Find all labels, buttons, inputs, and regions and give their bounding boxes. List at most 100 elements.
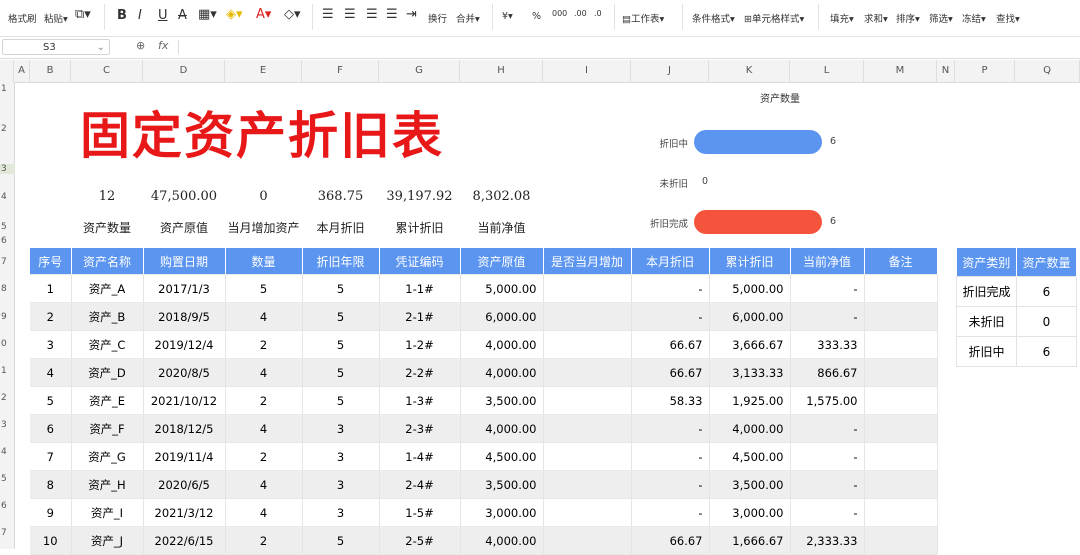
- table-cell[interactable]: -: [790, 498, 865, 527]
- table-cell[interactable]: 2,333.33: [790, 526, 865, 555]
- table-cell[interactable]: 2-3#: [379, 414, 461, 443]
- table-cell[interactable]: 资产_J: [71, 526, 144, 555]
- font-color-icon[interactable]: A▾: [256, 7, 271, 22]
- side-header-cell[interactable]: 资产类别: [956, 248, 1017, 277]
- table-cell[interactable]: [864, 358, 938, 387]
- table-cell[interactable]: [864, 414, 938, 443]
- table-cell[interactable]: 2-1#: [379, 302, 461, 331]
- table-cell[interactable]: 1,925.00: [709, 386, 791, 415]
- table-cell[interactable]: 资产_C: [71, 330, 144, 359]
- table-cell[interactable]: 2019/12/4: [143, 330, 226, 359]
- table-cell[interactable]: 3,000.00: [460, 498, 544, 527]
- italic-button[interactable]: I: [138, 8, 142, 23]
- table-cell[interactable]: 资产_F: [71, 414, 144, 443]
- table-cell[interactable]: 3: [302, 442, 380, 471]
- row-header[interactable]: 7: [0, 257, 15, 267]
- column-header-g[interactable]: G: [379, 60, 460, 82]
- row-header[interactable]: 2: [0, 393, 15, 403]
- table-cell[interactable]: -: [631, 470, 710, 499]
- table-cell[interactable]: 1,575.00: [790, 386, 865, 415]
- side-table-cell[interactable]: 未折旧: [956, 306, 1017, 337]
- column-header-cell[interactable]: 数量: [225, 248, 303, 275]
- table-cell[interactable]: 1-1#: [379, 274, 461, 303]
- table-cell[interactable]: 4: [225, 470, 303, 499]
- table-cell[interactable]: [543, 330, 632, 359]
- column-header-cell[interactable]: 序号: [30, 248, 72, 275]
- row-header[interactable]: 3: [0, 420, 15, 430]
- table-cell[interactable]: 10: [30, 526, 72, 555]
- paste-button[interactable]: 粘贴▾: [44, 11, 68, 25]
- table-cell[interactable]: 58.33: [631, 386, 710, 415]
- table-cell[interactable]: -: [790, 414, 865, 443]
- side-table-cell[interactable]: 6: [1016, 276, 1077, 307]
- function-icon[interactable]: fx: [158, 39, 168, 52]
- table-cell[interactable]: -: [631, 498, 710, 527]
- table-cell[interactable]: 4,000.00: [709, 414, 791, 443]
- column-header-m[interactable]: M: [864, 60, 937, 82]
- column-header-cell[interactable]: 是否当月增加: [543, 248, 632, 275]
- find-button[interactable]: 查找▾: [996, 11, 1020, 25]
- row-header[interactable]: 7: [0, 528, 15, 538]
- table-cell[interactable]: [543, 498, 632, 527]
- percent-button[interactable]: %: [532, 11, 541, 22]
- table-cell[interactable]: [543, 442, 632, 471]
- table-cell[interactable]: [864, 470, 938, 499]
- table-cell[interactable]: 4,500.00: [709, 442, 791, 471]
- table-cell[interactable]: 333.33: [790, 330, 865, 359]
- table-cell[interactable]: [543, 302, 632, 331]
- table-cell[interactable]: 1-3#: [379, 386, 461, 415]
- table-cell[interactable]: 4: [225, 414, 303, 443]
- table-cell[interactable]: 66.67: [631, 526, 710, 555]
- table-cell[interactable]: -: [631, 302, 710, 331]
- column-header-cell[interactable]: 购置日期: [143, 248, 226, 275]
- column-header-d[interactable]: D: [143, 60, 225, 82]
- table-cell[interactable]: 6,000.00: [460, 302, 544, 331]
- column-header-h[interactable]: H: [460, 60, 543, 82]
- fill-color-icon[interactable]: ◈▾: [226, 7, 243, 22]
- filter-button[interactable]: 筛选▾: [929, 11, 953, 25]
- table-cell[interactable]: 6,000.00: [709, 302, 791, 331]
- table-cell[interactable]: -: [790, 302, 865, 331]
- table-cell[interactable]: -: [790, 470, 865, 499]
- column-header-cell[interactable]: 凭证编码: [379, 248, 461, 275]
- worksheet-button[interactable]: ▤工作表▾: [622, 11, 664, 25]
- table-cell[interactable]: 资产_E: [71, 386, 144, 415]
- table-cell[interactable]: -: [790, 442, 865, 471]
- underline-button[interactable]: U: [158, 8, 168, 23]
- column-header-i[interactable]: I: [543, 60, 631, 82]
- table-cell[interactable]: [543, 526, 632, 555]
- column-header-b[interactable]: B: [30, 60, 71, 82]
- copy-icon[interactable]: ⧉▾: [75, 7, 91, 22]
- column-header-j[interactable]: J: [631, 60, 709, 82]
- increase-decimal-icon[interactable]: .00: [574, 9, 587, 18]
- table-cell[interactable]: 1-2#: [379, 330, 461, 359]
- row-header[interactable]: 1: [0, 84, 15, 94]
- table-cell[interactable]: 2020/6/5: [143, 470, 226, 499]
- column-header-cell[interactable]: 备注: [864, 248, 938, 275]
- row-header[interactable]: 8: [0, 284, 15, 294]
- table-cell[interactable]: 3: [302, 498, 380, 527]
- wrap-text-button[interactable]: 换行: [428, 11, 447, 25]
- table-cell[interactable]: 2-4#: [379, 470, 461, 499]
- table-cell[interactable]: 4,500.00: [460, 442, 544, 471]
- table-cell[interactable]: 2: [225, 330, 303, 359]
- table-cell[interactable]: 2022/6/15: [143, 526, 226, 555]
- table-cell[interactable]: 5,000.00: [460, 274, 544, 303]
- table-cell[interactable]: 866.67: [790, 358, 865, 387]
- column-header-cell[interactable]: 累计折旧: [709, 248, 791, 275]
- table-cell[interactable]: [864, 498, 938, 527]
- table-cell[interactable]: 5: [302, 330, 380, 359]
- column-header-cell[interactable]: 资产名称: [71, 248, 144, 275]
- table-cell[interactable]: 5: [30, 386, 72, 415]
- table-cell[interactable]: 2018/9/5: [143, 302, 226, 331]
- column-header-cell[interactable]: 当前净值: [790, 248, 865, 275]
- table-cell[interactable]: 5: [225, 274, 303, 303]
- table-cell[interactable]: 1,666.67: [709, 526, 791, 555]
- sum-button[interactable]: 求和▾: [864, 11, 888, 25]
- column-header-c[interactable]: C: [71, 60, 143, 82]
- table-cell[interactable]: 资产_B: [71, 302, 144, 331]
- table-cell[interactable]: 3: [30, 330, 72, 359]
- table-cell[interactable]: 4,000.00: [460, 414, 544, 443]
- table-cell[interactable]: 3,500.00: [709, 470, 791, 499]
- table-cell[interactable]: 4: [225, 302, 303, 331]
